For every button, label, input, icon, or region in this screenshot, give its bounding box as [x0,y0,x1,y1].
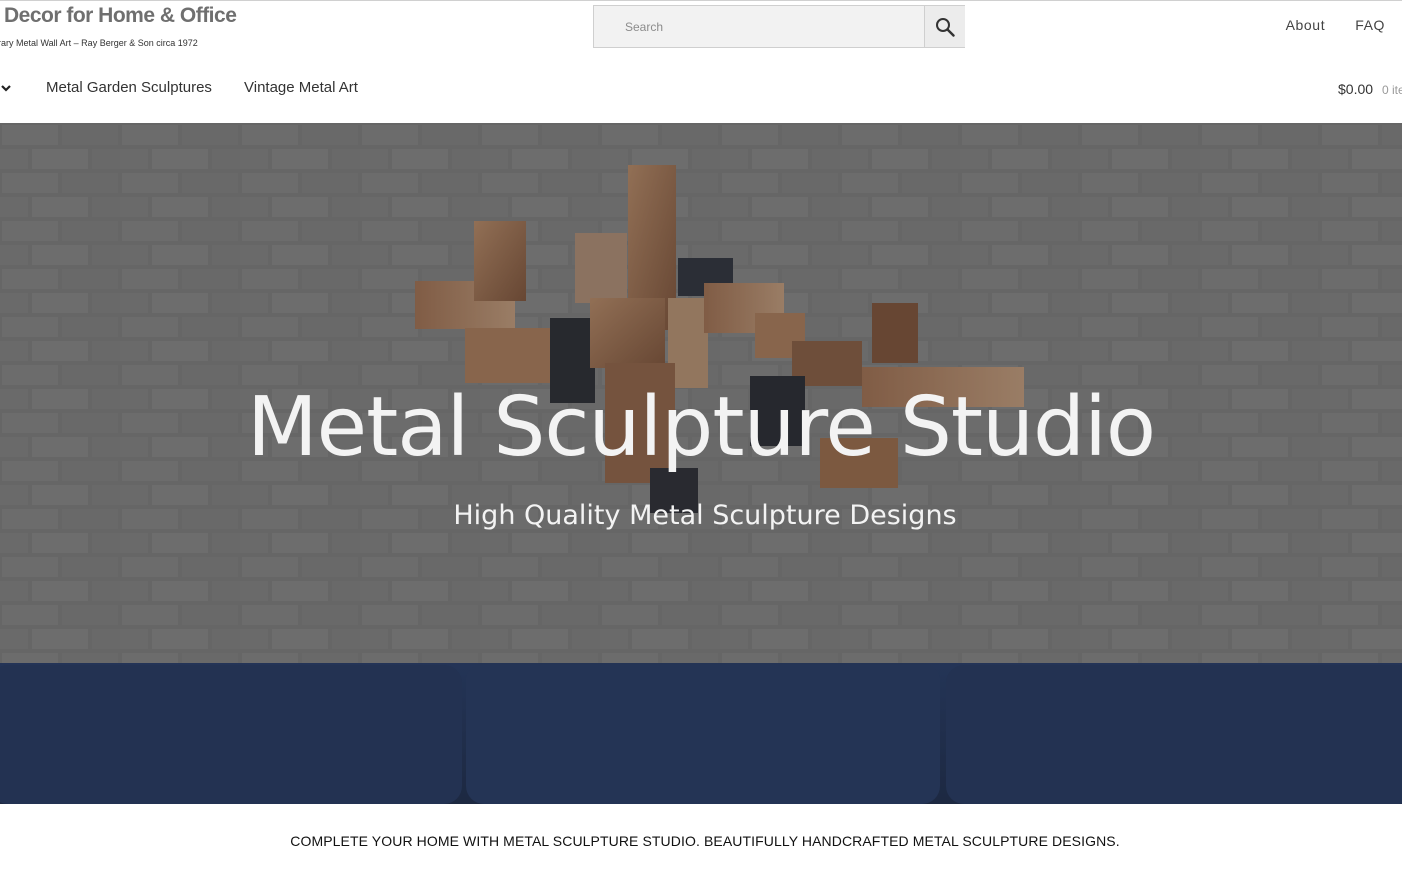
faq-link[interactable]: FAQ [1355,17,1385,33]
intro-tagline: COMPLETE YOUR HOME WITH METAL SCULPTURE … [290,833,1120,849]
top-divider [0,0,1402,1]
search-button[interactable] [924,6,965,47]
hero-banner: Metal Sculpture Studio High Quality Meta… [0,123,1402,804]
page: Decor for Home & Office rary Metal Wall … [0,0,1402,877]
search-form [593,5,965,48]
nav-item-vintage-metal-art[interactable]: Vintage Metal Art [244,79,358,96]
secondary-nav: About FAQ [1286,17,1385,33]
site-tagline: rary Metal Wall Art – Ray Berger & Son c… [0,38,198,48]
about-link[interactable]: About [1286,17,1326,33]
nav-item-metal-garden-sculptures[interactable]: Metal Garden Sculptures [46,79,212,96]
hero-subtitle: High Quality Metal Sculpture Designs [453,500,957,531]
search-input[interactable] [594,6,924,47]
hero-title: Metal Sculpture Studio [246,380,1156,475]
chevron-down-icon[interactable] [0,82,12,94]
cart-count[interactable]: 0 ite [1382,83,1402,97]
site-title[interactable]: Decor for Home & Office [4,4,237,28]
cart-total[interactable]: $0.00 [1338,81,1373,97]
search-icon [936,17,955,37]
